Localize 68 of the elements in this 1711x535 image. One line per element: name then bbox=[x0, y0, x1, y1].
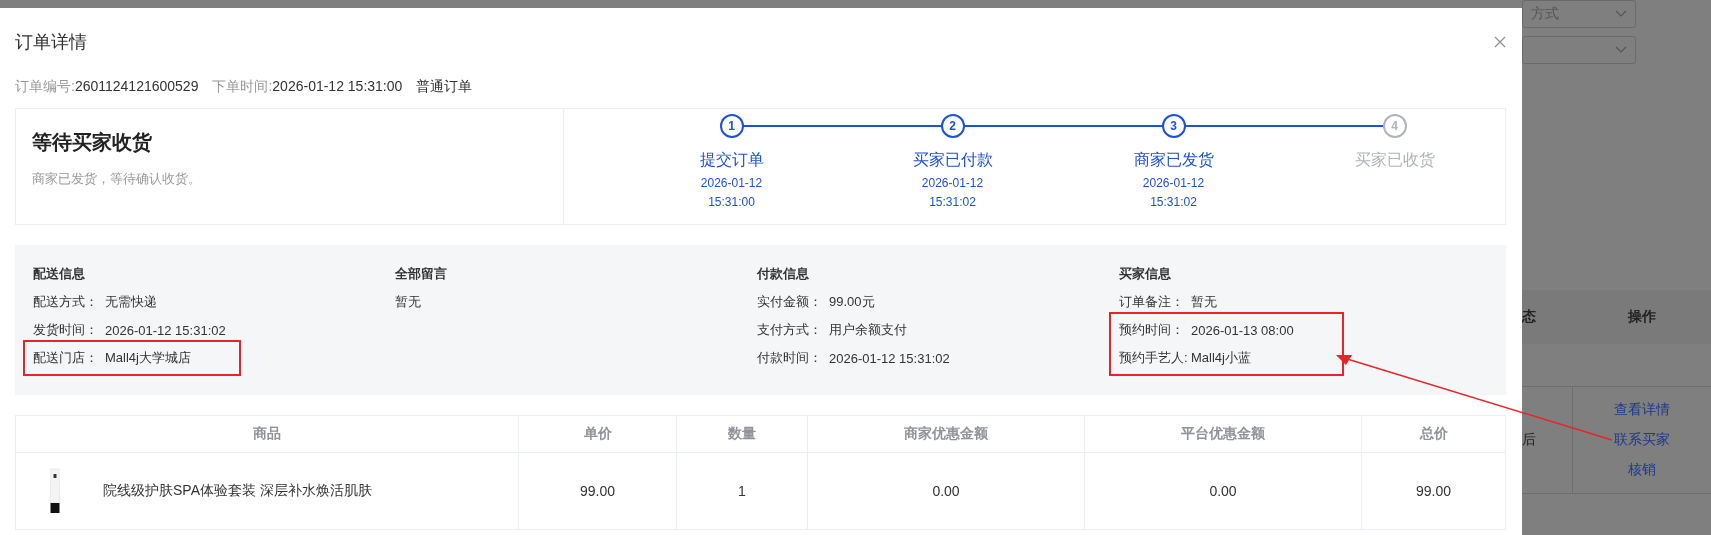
column-header: 态 bbox=[1522, 308, 1537, 326]
status-description: 商家已发货，等待确认收货。 bbox=[32, 170, 202, 188]
order-time-label: 下单时间: bbox=[212, 78, 273, 96]
step-time: 15:31:02 bbox=[929, 195, 976, 209]
table-cell: 1 bbox=[676, 452, 808, 530]
field-value: 用户余额支付 bbox=[829, 321, 907, 339]
order-time: 2026-01-12 15:31:00 bbox=[272, 78, 403, 94]
close-icon[interactable] bbox=[1494, 36, 1506, 48]
field-value: 2026-01-12 15:31:02 bbox=[105, 322, 226, 338]
column-header: 数量 bbox=[676, 415, 808, 453]
column-header: 总价 bbox=[1361, 415, 1506, 453]
action-link[interactable]: 联系买家 bbox=[1614, 431, 1670, 449]
dialog-title: 订单详情 bbox=[15, 31, 87, 54]
step-label: 提交订单 bbox=[699, 150, 764, 170]
field-label: 预约手艺人: bbox=[1119, 349, 1189, 367]
step-number: 1 bbox=[719, 114, 744, 138]
column-header: 操作 bbox=[1626, 308, 1657, 326]
table-cell: 0.00 bbox=[1084, 452, 1362, 530]
product-tube-icon bbox=[49, 468, 61, 514]
table-cell: 0.00 bbox=[807, 452, 1085, 530]
section-title: 配送信息 bbox=[33, 265, 86, 281]
field-label: 发货时间： bbox=[33, 321, 99, 339]
section-title: 付款信息 bbox=[757, 265, 810, 281]
action-link[interactable]: 核销 bbox=[1628, 461, 1656, 479]
column-header: 单价 bbox=[518, 415, 677, 453]
field-value: 99.00元 bbox=[829, 293, 875, 311]
order-number: 2601124121600529 bbox=[74, 78, 199, 94]
table-cell: 99.00 bbox=[518, 452, 677, 530]
field-label: 付款时间： bbox=[757, 349, 823, 367]
section-title: 全部留言 bbox=[395, 265, 448, 281]
order-number-label: 订单编号: bbox=[15, 78, 75, 96]
column-header: 商家优惠金额 bbox=[807, 415, 1085, 453]
field-value: 无需快递 bbox=[105, 293, 157, 311]
step-label: 商家已发货 bbox=[1133, 150, 1214, 170]
field-value: Mall4j小蓝 bbox=[1191, 349, 1251, 367]
order-type: 普通订单 bbox=[416, 78, 473, 96]
chevron-icon bbox=[1615, 46, 1627, 54]
step-date: 2026-01-12 bbox=[700, 176, 763, 190]
action-link[interactable]: 查看详情 bbox=[1614, 401, 1670, 419]
step-date: 2026-01-12 bbox=[1142, 176, 1205, 190]
product-name: 院线级护肤SPA体验套装 深层补水焕活肌肤 bbox=[103, 482, 372, 500]
field-value: 2026-01-13 08:00 bbox=[1191, 322, 1294, 338]
column-header: 平台优惠金额 bbox=[1084, 415, 1362, 453]
step-number: 3 bbox=[1161, 114, 1186, 138]
field-label: 实付金额： bbox=[757, 293, 823, 311]
table-cell-text: 后 bbox=[1522, 430, 1537, 449]
field-value: Mall4j大学城店 bbox=[105, 349, 191, 367]
field-label: 支付方式： bbox=[757, 321, 823, 339]
step-number: 2 bbox=[940, 114, 965, 138]
step-label: 买家已收货 bbox=[1354, 150, 1435, 170]
step-label: 买家已付款 bbox=[912, 150, 993, 170]
section-title: 买家信息 bbox=[1119, 265, 1172, 281]
select-field[interactable] bbox=[1522, 36, 1636, 64]
field-value: 暂无 bbox=[1191, 293, 1217, 311]
table-cell: 99.00 bbox=[1361, 452, 1506, 530]
field-value: 暂无 bbox=[395, 293, 421, 311]
column-header: 商品 bbox=[15, 415, 519, 453]
field-label: 订单备注： bbox=[1119, 293, 1185, 311]
step-number: 4 bbox=[1382, 114, 1407, 138]
step-date: 2026-01-12 bbox=[921, 176, 984, 190]
status-title: 等待买家收货 bbox=[32, 130, 153, 155]
field-label: 配送门店： bbox=[33, 349, 99, 367]
field-value: 2026-01-12 15:31:02 bbox=[829, 350, 950, 366]
field-label: 预约时间： bbox=[1119, 321, 1185, 339]
field-label: 配送方式： bbox=[33, 293, 99, 311]
chevron-icon bbox=[1615, 10, 1627, 18]
step-time: 15:31:00 bbox=[708, 195, 755, 209]
step-time: 15:31:02 bbox=[1150, 195, 1197, 209]
